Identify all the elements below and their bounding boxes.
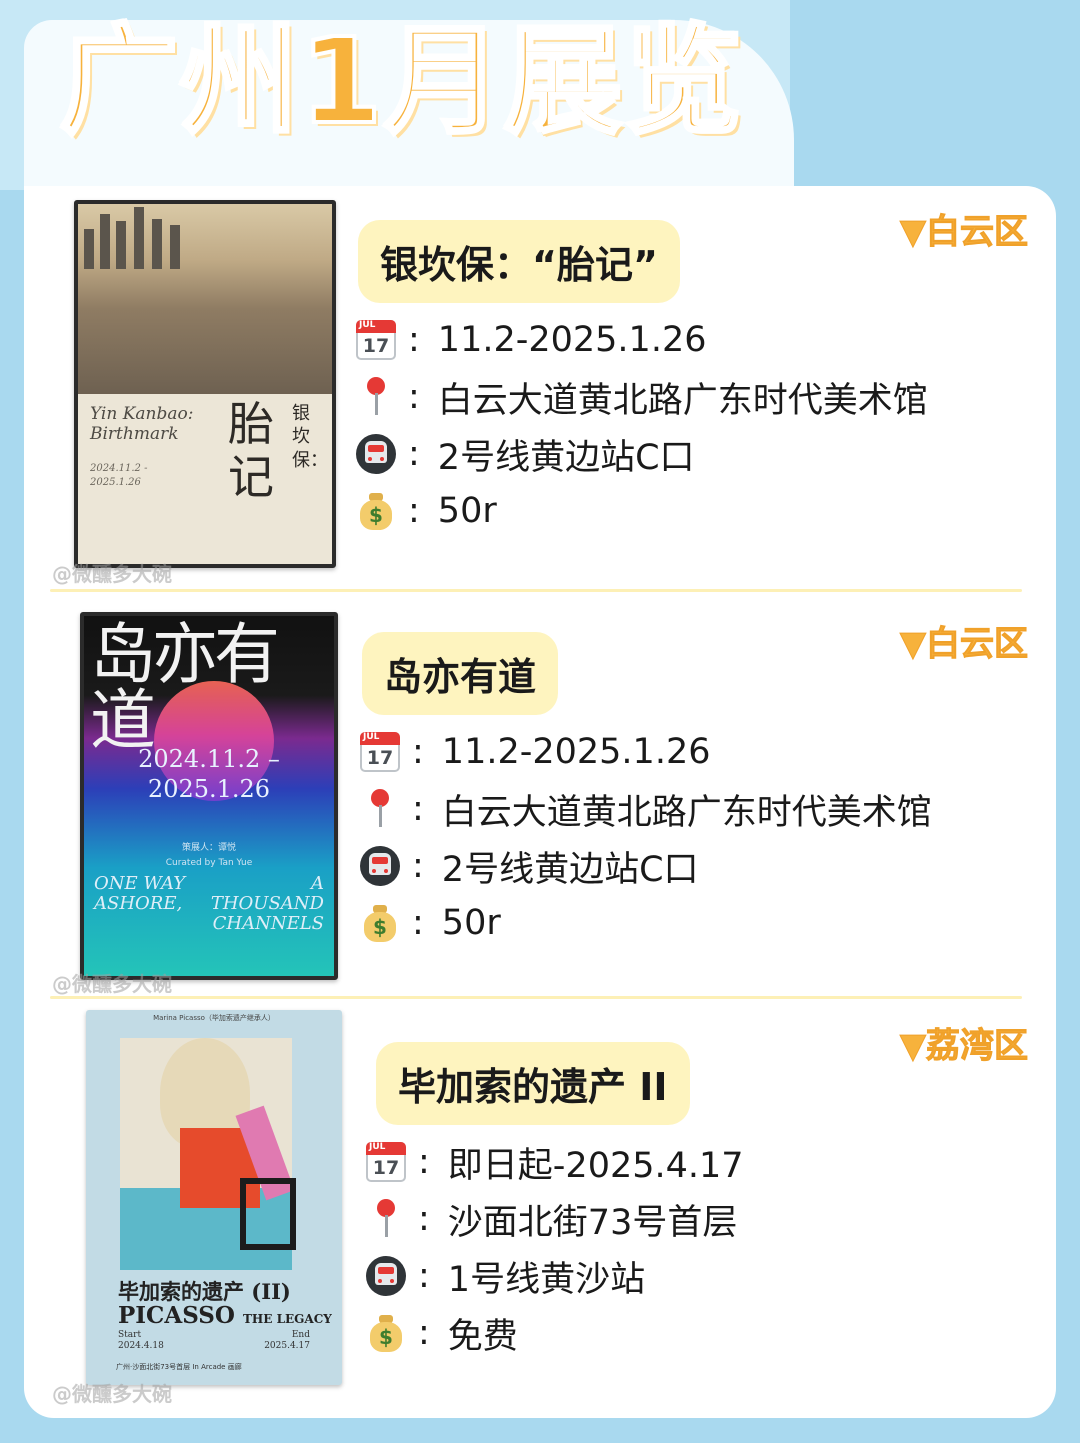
exhibition-poster-2[interactable]: 岛亦有道 2024.11.2 – 2025.1.26 策展人：谭悦 Curate… xyxy=(80,612,338,980)
poster-footer: 广州·沙面北街73号首层 In Arcade 画廊 xyxy=(116,1363,242,1371)
exhibition-poster-1[interactable]: Yin Kanbao: Birthmark 胎记 银坎保： 2024.11.2 … xyxy=(74,200,336,568)
metro-value: 1号线黄沙站 xyxy=(447,1259,646,1300)
address-row: : 白云大道黄北路广东时代美术馆 xyxy=(356,373,928,421)
poster-title-cn: 胎记 xyxy=(228,397,274,504)
poster-photo xyxy=(78,204,332,394)
location-pin-icon xyxy=(366,1199,406,1239)
date-row: JUL 17 :11.2-2025.1.26 xyxy=(356,316,706,364)
calendar-icon: JUL 17 xyxy=(360,732,400,772)
date-value: 11.2-2025.1.26 xyxy=(437,320,707,360)
watermark: @微醺多大碗 xyxy=(52,1382,172,1406)
metro-icon xyxy=(356,434,396,474)
price-row: $ :50r xyxy=(356,487,497,535)
calendar-icon: JUL 17 xyxy=(356,320,396,360)
address-row: : 白云大道黄北路广东时代美术馆 xyxy=(360,785,932,833)
page-title: 广州1月展览 xyxy=(58,12,745,150)
date-row: JUL 17 :11.2-2025.1.26 xyxy=(360,728,710,776)
metro-value: 2号线黄边站C口 xyxy=(441,849,699,890)
location-pin-icon xyxy=(356,377,396,417)
metro-row: :2号线黄边站C口 xyxy=(356,430,695,478)
money-bag-icon: $ xyxy=(360,903,400,943)
price-row: $ :50r xyxy=(360,899,501,947)
poster-title-en-left: ONE WAY ASHORE, xyxy=(94,873,186,914)
price-value: 免费 xyxy=(447,1316,518,1357)
watermark: @微醺多大碗 xyxy=(52,972,172,996)
exhibition-name: 岛亦有道 xyxy=(362,632,559,715)
address-row: : 沙面北街73号首层 xyxy=(366,1195,737,1243)
poster-text-area: Yin Kanbao: Birthmark 胎记 银坎保： 2024.11.2 … xyxy=(78,394,332,564)
poster-artist-cn: 银坎保： xyxy=(292,403,328,471)
price-value: 50r xyxy=(441,903,501,943)
poster-top-text: Marina Picasso（毕加索遗产继承人） xyxy=(153,1014,275,1022)
metro-icon xyxy=(366,1256,406,1296)
poster-dates: 2024.11.2 - 2025.1.26 xyxy=(90,463,148,488)
metro-icon xyxy=(360,846,400,886)
location-pin-icon xyxy=(360,789,400,829)
money-bag-icon: $ xyxy=(356,491,396,531)
poster-title-cn: 岛亦有道 xyxy=(90,616,280,759)
poster-dates: 2024.11.2 – 2025.1.26 xyxy=(138,745,280,803)
address-value: 白云大道黄北路广东时代美术馆 xyxy=(441,792,932,833)
date-value: 即日起-2025.4.17 xyxy=(447,1145,744,1186)
district-label: ▼荔湾区 xyxy=(899,1026,1028,1067)
address-value: 沙面北街73号首层 xyxy=(447,1202,738,1243)
exhibition-name: 毕加索的遗产 II xyxy=(376,1042,690,1125)
exhibition-poster-3[interactable]: Marina Picasso（毕加索遗产继承人） 毕加索的遗产 (II) PIC… xyxy=(86,1010,342,1385)
poster-dates: Start 2024.4.18 End 2025.4.17 xyxy=(118,1330,310,1351)
date-value: 11.2-2025.1.26 xyxy=(441,732,711,772)
district-label: ▼白云区 xyxy=(899,212,1028,253)
address-value: 白云大道黄北路广东时代美术馆 xyxy=(437,380,928,421)
poster-title-en: Yin Kanbao: Birthmark xyxy=(90,404,194,445)
poster-title-en-right: A THOUSAND CHANNELS xyxy=(210,873,324,934)
divider xyxy=(50,589,1022,592)
price-row: $ : 免费 xyxy=(366,1309,518,1357)
poster-artwork xyxy=(120,1038,296,1270)
date-row: JUL 17 : 即日起-2025.4.17 xyxy=(366,1138,744,1186)
poster-title-en: PICASSO THE LEGACY xyxy=(118,1302,332,1329)
metro-value: 2号线黄边站C口 xyxy=(437,437,695,478)
exhibition-name: 银坎保：“胎记” xyxy=(358,220,680,303)
poster-curator: 策展人：谭悦 Curated by Tan Yue xyxy=(165,843,253,869)
calendar-icon: JUL 17 xyxy=(366,1142,406,1182)
price-value: 50r xyxy=(437,491,497,531)
metro-row: :1号线黄沙站 xyxy=(366,1252,645,1300)
metro-row: :2号线黄边站C口 xyxy=(360,842,699,890)
district-label: ▼白云区 xyxy=(899,624,1028,665)
divider xyxy=(50,996,1022,999)
watermark: @微醺多大碗 xyxy=(52,562,172,586)
money-bag-icon: $ xyxy=(366,1313,406,1353)
